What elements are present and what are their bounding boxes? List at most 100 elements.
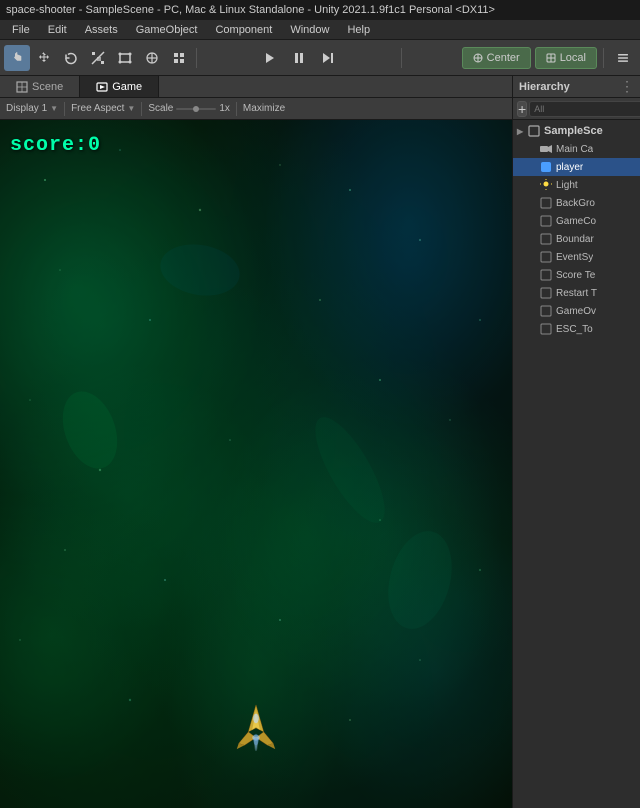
player-label: player [556,162,583,173]
menu-component[interactable]: Component [207,22,280,38]
scale-slider-icon [176,106,216,112]
move-tool-button[interactable] [31,45,57,71]
hierarchy-item-eventsystem[interactable]: EventSy [513,248,640,266]
main-area: Scene Game Display 1 ▼ Free Aspect ▼ Sca… [0,76,640,808]
restarttext-icon [539,286,553,300]
hierarchy-list: ▶ SampleSce Main Ca playe [513,120,640,808]
eventsystem-label: EventSy [556,252,593,263]
tab-scene[interactable]: Scene [0,76,80,97]
display-arrow: ▼ [50,104,58,113]
hierarchy-item-scoretext[interactable]: Score Te [513,266,640,284]
layers-button[interactable] [610,45,636,71]
hierarchy-toolbar: + [513,98,640,120]
scale-tool-button[interactable] [85,45,111,71]
scale-factor-label: 1x [219,103,230,114]
player-icon [539,160,553,174]
game-toolbar: Display 1 ▼ Free Aspect ▼ Scale 1x Maxim… [0,98,512,120]
score-display: score:0 [10,134,101,157]
custom-tool-button[interactable] [166,45,192,71]
menu-window[interactable]: Window [282,22,337,38]
aspect-selector[interactable]: Free Aspect ▼ [71,103,135,114]
menu-bar: File Edit Assets GameObject Component Wi… [0,20,640,40]
boundary-icon [539,232,553,246]
hierarchy-title: Hierarchy [519,81,570,93]
hierarchy-panel: Hierarchy ⋮ + ▶ SampleSce Main [512,76,640,808]
hierarchy-item-boundary[interactable]: Boundar [513,230,640,248]
scene-icon [527,124,541,138]
hierarchy-item-maincamera[interactable]: Main Ca [513,140,640,158]
hierarchy-item-gamecontroller[interactable]: GameCo [513,212,640,230]
scoretext-label: Score Te [556,270,595,281]
hierarchy-item-samplescene[interactable]: ▶ SampleSce [513,122,640,140]
center-label: Center [487,52,520,64]
tab-game[interactable]: Game [80,76,159,97]
play-controls [256,45,342,71]
maximize-button[interactable]: Maximize [243,103,285,114]
toolbar-right: Center Local [462,45,636,71]
hierarchy-header: Hierarchy ⋮ [513,76,640,98]
background-label: BackGro [556,198,595,209]
eventsystem-icon [539,250,553,264]
menu-help[interactable]: Help [339,22,378,38]
display-selector[interactable]: Display 1 ▼ [6,103,58,114]
scene-tab-label: Scene [32,81,63,93]
background-icon [539,196,553,210]
transform-tools [4,45,192,71]
toolbar-sep-1 [196,48,197,68]
menu-edit[interactable]: Edit [40,22,75,38]
hierarchy-menu-button[interactable]: ⋮ [620,78,634,95]
restarttext-label: Restart T [556,288,597,299]
gameoverpanel-label: GameOv [556,306,596,317]
gamecontroller-label: GameCo [556,216,596,227]
scene-arrow: ▶ [517,127,527,136]
esctext-label: ESC_To [556,324,593,335]
game-toolbar-sep-1 [64,102,65,116]
scale-label: Scale [148,103,173,114]
spaceship [236,703,276,753]
game-toolbar-sep-3 [236,102,237,116]
hierarchy-item-player[interactable]: player [513,158,640,176]
samplescene-label: SampleSce [544,125,603,137]
step-button[interactable] [314,45,342,71]
menu-file[interactable]: File [4,22,38,38]
toolbar-sep-2 [401,48,402,68]
menu-gameobject[interactable]: GameObject [128,22,206,38]
maincamera-label: Main Ca [556,144,593,155]
left-panel: Scene Game Display 1 ▼ Free Aspect ▼ Sca… [0,76,512,808]
play-button[interactable] [256,45,284,71]
maximize-label: Maximize [243,103,285,114]
hierarchy-item-background[interactable]: BackGro [513,194,640,212]
gamecontroller-icon [539,214,553,228]
gameoverpanel-icon [539,304,553,318]
esctext-icon [539,322,553,336]
display-label: Display 1 [6,103,47,114]
menu-assets[interactable]: Assets [77,22,126,38]
hierarchy-item-restarttext[interactable]: Restart T [513,284,640,302]
hierarchy-add-button[interactable]: + [517,101,527,117]
toolbar: Center Local [0,40,640,76]
hierarchy-item-light[interactable]: Light [513,176,640,194]
title-text: space-shooter - SampleScene - PC, Mac & … [6,4,495,16]
game-viewport: score:0 [0,120,512,808]
local-button[interactable]: Local [535,47,597,69]
toolbar-sep-3 [603,48,604,68]
tab-bar: Scene Game [0,76,512,98]
pause-button[interactable] [285,45,313,71]
rect-tool-button[interactable] [112,45,138,71]
hierarchy-item-esctext[interactable]: ESC_To [513,320,640,338]
hierarchy-search-input[interactable] [529,101,640,117]
light-icon [539,178,553,192]
boundary-label: Boundar [556,234,594,245]
game-tab-label: Game [112,81,142,93]
scale-control: Scale 1x [148,103,230,114]
hierarchy-item-gameoverpanel[interactable]: GameOv [513,302,640,320]
camera-icon [539,142,553,156]
transform-tool-button[interactable] [139,45,165,71]
aspect-arrow: ▼ [127,104,135,113]
title-bar: space-shooter - SampleScene - PC, Mac & … [0,0,640,20]
light-label: Light [556,180,578,191]
rotate-tool-button[interactable] [58,45,84,71]
game-toolbar-sep-2 [141,102,142,116]
center-button[interactable]: Center [462,47,531,69]
hand-tool-button[interactable] [4,45,30,71]
